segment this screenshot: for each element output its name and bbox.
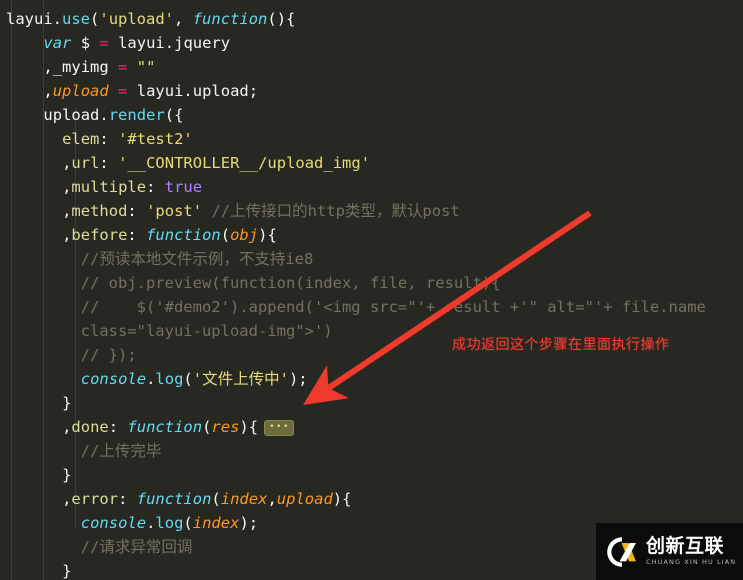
code-line[interactable]: ,upload = layui.upload; — [0, 79, 743, 103]
code-line[interactable]: elem: '#test2' — [0, 127, 743, 151]
code-content[interactable]: layui.use('upload', function(){ var $ = … — [0, 0, 743, 580]
code-line[interactable]: //上传完毕 — [0, 439, 743, 463]
code-line[interactable]: } — [0, 463, 743, 487]
brand-mark-icon — [607, 534, 639, 569]
code-line[interactable]: var $ = layui.jquery — [0, 31, 743, 55]
code-fold-badge[interactable]: ••• — [264, 420, 294, 436]
code-line[interactable]: ,_myimg = "" — [0, 55, 743, 79]
code-line[interactable]: ,url: '__CONTROLLER__/upload_img' — [0, 151, 743, 175]
code-line[interactable] — [0, 0, 743, 7]
brand-name-cn: 创新互联 — [646, 535, 725, 557]
code-line[interactable]: ,method: 'post' //上传接口的http类型，默认post — [0, 199, 743, 223]
code-line[interactable]: // $('#demo2').append('<img src="'+ resu… — [0, 295, 743, 319]
code-line[interactable]: console.log('文件上传中'); — [0, 367, 743, 391]
code-line[interactable]: } — [0, 391, 743, 415]
code-editor-screenshot: layui.use('upload', function(){ var $ = … — [0, 0, 743, 580]
code-line[interactable]: upload.render({ — [0, 103, 743, 127]
code-line[interactable]: layui.use('upload', function(){ — [0, 7, 743, 31]
code-line[interactable]: //预读本地文件示例，不支持ie8 — [0, 247, 743, 271]
watermark-logo: 创新互联 CHUANG XIN HU LIAN — [596, 523, 743, 580]
code-line[interactable]: ,done: function(res){••• — [0, 415, 743, 439]
brand-name-en: CHUANG XIN HU LIAN — [646, 558, 737, 566]
code-line[interactable]: ,before: function(obj){ — [0, 223, 743, 247]
code-line[interactable]: ,multiple: true — [0, 175, 743, 199]
code-line[interactable]: ,error: function(index,upload){ — [0, 487, 743, 511]
annotation-label: 成功返回这个步骤在里面执行操作 — [452, 337, 670, 353]
code-line[interactable]: // obj.preview(function(index, file, res… — [0, 271, 743, 295]
